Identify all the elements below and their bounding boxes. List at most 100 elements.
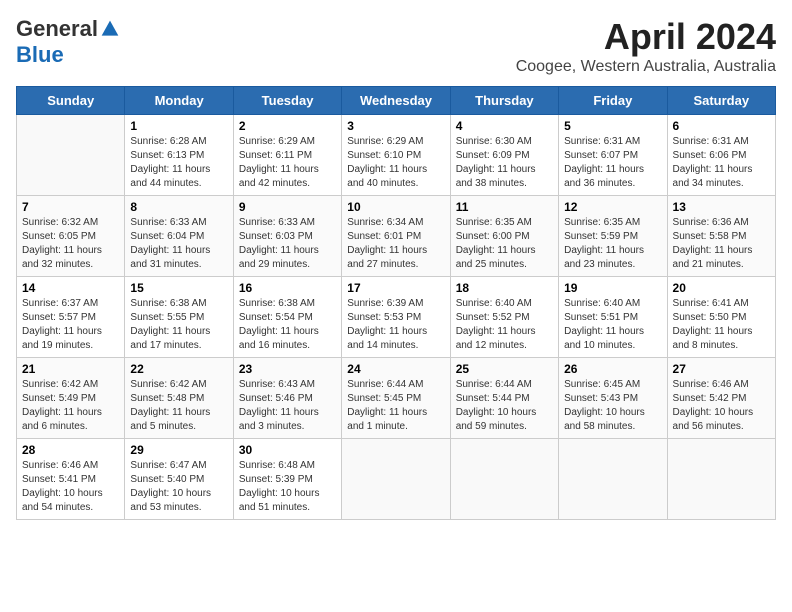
week-row-2: 14Sunrise: 6:37 AMSunset: 5:57 PMDayligh… [17, 277, 776, 358]
date-number: 19 [564, 281, 661, 295]
calendar-cell: 5 Sunrise: 6:31 AMSunset: 6:07 PMDaylight… [559, 115, 667, 196]
date-number: 17 [347, 281, 444, 295]
cell-info: Sunrise: 6:28 AMSunset: 6:13 PMDaylight:… [130, 136, 210, 189]
cell-info: Sunrise: 6:34 AMSunset: 6:01 PMDaylight:… [347, 217, 427, 270]
calendar-cell [667, 439, 775, 520]
date-number: 11 [456, 200, 553, 214]
date-number: 16 [239, 281, 336, 295]
day-header-row: SundayMondayTuesdayWednesdayThursdayFrid… [17, 87, 776, 115]
logo: General Blue [16, 16, 120, 68]
calendar-cell: 24Sunrise: 6:44 AMSunset: 5:45 PMDayligh… [342, 358, 450, 439]
day-header-tuesday: Tuesday [233, 87, 341, 115]
calendar-cell [450, 439, 558, 520]
calendar-cell: 10 Sunrise: 6:34 AMSunset: 6:01 PMDayligh… [342, 196, 450, 277]
date-number: 26 [564, 362, 661, 376]
calendar-cell: 29 Sunrise: 6:47 AMSunset: 5:40 PMDayligh… [125, 439, 233, 520]
cell-info: Sunrise: 6:43 AMSunset: 5:46 PMDaylight:… [239, 379, 319, 432]
calendar-cell: 15 Sunrise: 6:38 AMSunset: 5:55 PMDayligh… [125, 277, 233, 358]
date-number: 2 [239, 119, 336, 133]
cell-info: Sunrise: 6:31 AMSunset: 6:06 PMDaylight:… [673, 136, 753, 189]
day-header-friday: Friday [559, 87, 667, 115]
calendar-cell [342, 439, 450, 520]
cell-info: Sunrise: 6:38 AMSunset: 5:54 PMDaylight:… [239, 298, 319, 351]
cell-info: Sunrise: 6:35 AMSunset: 5:59 PMDaylight:… [564, 217, 644, 270]
calendar-table: SundayMondayTuesdayWednesdayThursdayFrid… [16, 86, 776, 520]
cell-info: Sunrise: 6:48 AMSunset: 5:39 PMDaylight:… [239, 460, 320, 513]
calendar-cell: 17 Sunrise: 6:39 AMSunset: 5:53 PMDayligh… [342, 277, 450, 358]
cell-info: Sunrise: 6:40 AMSunset: 5:52 PMDaylight:… [456, 298, 536, 351]
date-number: 12 [564, 200, 661, 214]
cell-info: Sunrise: 6:45 AMSunset: 5:43 PMDaylight:… [564, 379, 645, 432]
date-number: 29 [130, 443, 227, 457]
cell-info: Sunrise: 6:46 AMSunset: 5:42 PMDaylight:… [673, 379, 754, 432]
month-title: April 2024 [516, 16, 776, 58]
cell-info: Sunrise: 6:47 AMSunset: 5:40 PMDaylight:… [130, 460, 211, 513]
cell-info: Sunrise: 6:44 AMSunset: 5:44 PMDaylight:… [456, 379, 537, 432]
calendar-cell: 26 Sunrise: 6:45 AMSunset: 5:43 PMDayligh… [559, 358, 667, 439]
day-header-thursday: Thursday [450, 87, 558, 115]
calendar-cell: 25 Sunrise: 6:44 AMSunset: 5:44 PMDayligh… [450, 358, 558, 439]
calendar-cell: 21 Sunrise: 6:42 AMSunset: 5:49 PMDayligh… [17, 358, 125, 439]
calendar-cell: 14Sunrise: 6:37 AMSunset: 5:57 PMDayligh… [17, 277, 125, 358]
cell-info: Sunrise: 6:31 AMSunset: 6:07 PMDaylight:… [564, 136, 644, 189]
subtitle: Coogee, Western Australia, Australia [516, 58, 776, 76]
calendar-cell: 4 Sunrise: 6:30 AMSunset: 6:09 PMDaylight… [450, 115, 558, 196]
calendar-cell: 20 Sunrise: 6:41 AMSunset: 5:50 PMDayligh… [667, 277, 775, 358]
date-number: 22 [130, 362, 227, 376]
calendar-cell [559, 439, 667, 520]
date-number: 30 [239, 443, 336, 457]
calendar-cell: 28Sunrise: 6:46 AMSunset: 5:41 PMDayligh… [17, 439, 125, 520]
date-number: 13 [673, 200, 770, 214]
date-number: 5 [564, 119, 661, 133]
cell-info: Sunrise: 6:41 AMSunset: 5:50 PMDaylight:… [673, 298, 753, 351]
cell-info: Sunrise: 6:33 AMSunset: 6:04 PMDaylight:… [130, 217, 210, 270]
cell-info: Sunrise: 6:36 AMSunset: 5:58 PMDaylight:… [673, 217, 753, 270]
date-number: 9 [239, 200, 336, 214]
date-number: 10 [347, 200, 444, 214]
calendar-cell: 3 Sunrise: 6:29 AMSunset: 6:10 PMDaylight… [342, 115, 450, 196]
cell-info: Sunrise: 6:29 AMSunset: 6:11 PMDaylight:… [239, 136, 319, 189]
calendar-cell: 7 Sunrise: 6:32 AMSunset: 6:05 PMDaylight… [17, 196, 125, 277]
cell-info: Sunrise: 6:37 AMSunset: 5:57 PMDaylight:… [22, 298, 102, 351]
calendar-cell: 23Sunrise: 6:43 AMSunset: 5:46 PMDayligh… [233, 358, 341, 439]
calendar-cell: 9 Sunrise: 6:33 AMSunset: 6:03 PMDaylight… [233, 196, 341, 277]
date-number: 27 [673, 362, 770, 376]
logo-general: General [16, 16, 98, 42]
calendar-cell: 16 Sunrise: 6:38 AMSunset: 5:54 PMDayligh… [233, 277, 341, 358]
cell-info: Sunrise: 6:29 AMSunset: 6:10 PMDaylight:… [347, 136, 427, 189]
date-number: 1 [130, 119, 227, 133]
cell-info: Sunrise: 6:32 AMSunset: 6:05 PMDaylight:… [22, 217, 102, 270]
date-number: 15 [130, 281, 227, 295]
date-number: 6 [673, 119, 770, 133]
calendar-cell: 1 Sunrise: 6:28 AMSunset: 6:13 PMDaylight… [125, 115, 233, 196]
cell-info: Sunrise: 6:38 AMSunset: 5:55 PMDaylight:… [130, 298, 210, 351]
day-header-sunday: Sunday [17, 87, 125, 115]
date-number: 8 [130, 200, 227, 214]
calendar-cell: 22Sunrise: 6:42 AMSunset: 5:48 PMDayligh… [125, 358, 233, 439]
cell-info: Sunrise: 6:35 AMSunset: 6:00 PMDaylight:… [456, 217, 536, 270]
day-header-saturday: Saturday [667, 87, 775, 115]
date-number: 3 [347, 119, 444, 133]
day-header-wednesday: Wednesday [342, 87, 450, 115]
date-number: 25 [456, 362, 553, 376]
title-section: April 2024 Coogee, Western Australia, Au… [516, 16, 776, 76]
cell-info: Sunrise: 6:40 AMSunset: 5:51 PMDaylight:… [564, 298, 644, 351]
calendar-cell: 13 Sunrise: 6:36 AMSunset: 5:58 PMDayligh… [667, 196, 775, 277]
calendar-cell: 30 Sunrise: 6:48 AMSunset: 5:39 PMDayligh… [233, 439, 341, 520]
cell-info: Sunrise: 6:46 AMSunset: 5:41 PMDaylight:… [22, 460, 103, 513]
date-number: 4 [456, 119, 553, 133]
date-number: 20 [673, 281, 770, 295]
date-number: 18 [456, 281, 553, 295]
date-number: 21 [22, 362, 119, 376]
cell-info: Sunrise: 6:44 AMSunset: 5:45 PMDaylight:… [347, 379, 427, 432]
cell-info: Sunrise: 6:39 AMSunset: 5:53 PMDaylight:… [347, 298, 427, 351]
calendar-cell: 18 Sunrise: 6:40 AMSunset: 5:52 PMDayligh… [450, 277, 558, 358]
day-header-monday: Monday [125, 87, 233, 115]
date-number: 7 [22, 200, 119, 214]
logo-blue: Blue [16, 42, 64, 68]
cell-info: Sunrise: 6:33 AMSunset: 6:03 PMDaylight:… [239, 217, 319, 270]
cell-info: Sunrise: 6:42 AMSunset: 5:49 PMDaylight:… [22, 379, 102, 432]
cell-info: Sunrise: 6:30 AMSunset: 6:09 PMDaylight:… [456, 136, 536, 189]
logo-icon [100, 19, 120, 39]
week-row-3: 21 Sunrise: 6:42 AMSunset: 5:49 PMDayligh… [17, 358, 776, 439]
